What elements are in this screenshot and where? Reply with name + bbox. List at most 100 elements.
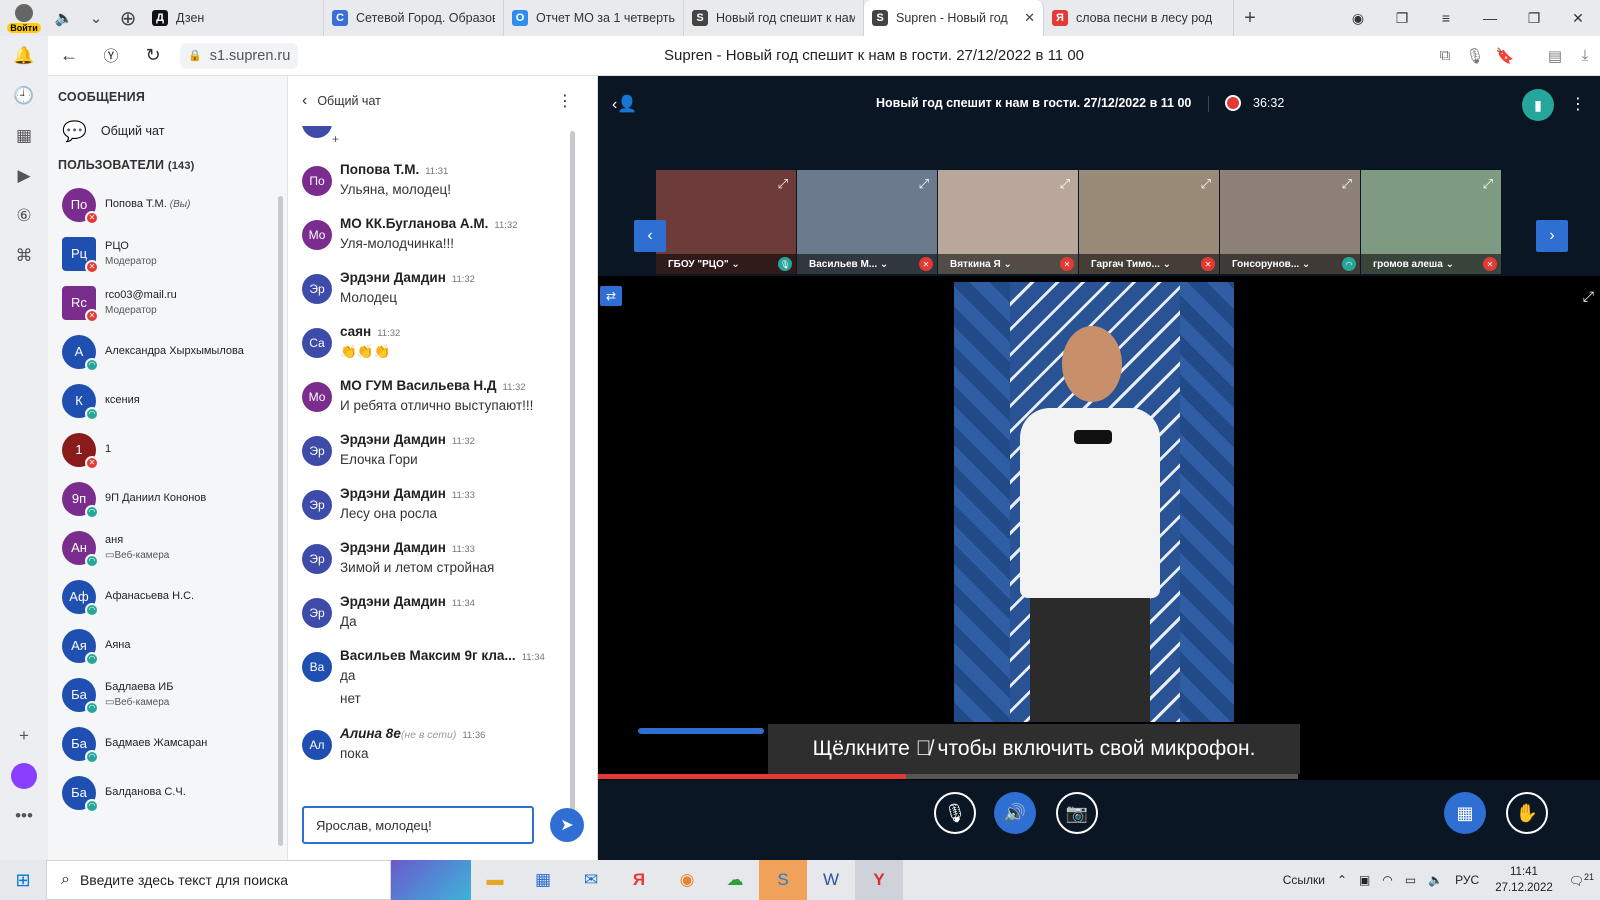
participant-name[interactable]: Гаргач Тимо... ⌄	[1079, 254, 1219, 274]
counter-icon[interactable]: ⑥	[0, 196, 48, 236]
screen-share-button[interactable]: ▦	[1444, 792, 1486, 834]
browser-tab[interactable]: S Supren - Новый год ✕	[864, 0, 1044, 36]
extension-icon[interactable]: ⧉	[1430, 47, 1460, 65]
tile-expand-icon[interactable]: ⤢	[919, 176, 929, 192]
volume-bar[interactable]	[638, 728, 764, 734]
camera-toggle-button[interactable]: 📷	[1056, 792, 1098, 834]
mail-icon[interactable]: ✉	[567, 860, 615, 900]
user-list-item[interactable]: Ан ◠ аня ▭Веб-камера	[48, 523, 287, 572]
media-icon[interactable]: ▶	[0, 156, 48, 196]
participant-tile[interactable]: ⤢ громов алеша ⌄ ✕	[1361, 170, 1501, 274]
add-tab-icon[interactable]: +	[1234, 0, 1266, 36]
word-icon[interactable]: W	[807, 860, 855, 900]
chat-scrollbar[interactable]	[570, 131, 575, 831]
conference-menu-icon[interactable]: ⋮	[1570, 94, 1586, 114]
tile-expand-icon[interactable]: ⤢	[1060, 176, 1070, 192]
reading-list-icon[interactable]: ▤	[1540, 47, 1570, 65]
fullscreen-icon[interactable]: ⤢	[1583, 288, 1594, 305]
browser-tab[interactable]: S Новый год спешит к нам	[684, 0, 864, 36]
links-label[interactable]: Ссылки	[1283, 873, 1325, 887]
tile-expand-icon[interactable]: ⤢	[1201, 176, 1211, 192]
microphone-toggle-button[interactable]: 🎙	[934, 792, 976, 834]
browser-tab[interactable]: О Отчет МО за 1 четверть	[504, 0, 684, 36]
tiles-next-icon[interactable]: ›	[1536, 220, 1568, 252]
user-list-item[interactable]: По ✕ Попова Т.М. (Вы)	[48, 180, 287, 229]
bookmark-icon[interactable]: 🔖	[1490, 47, 1520, 65]
user-list-item[interactable]: 9п ◠ 9П Даниил Кононов	[48, 474, 287, 523]
participants-toggle-icon[interactable]: ‹👤	[612, 94, 637, 114]
connection-quality-icon[interactable]: ▮	[1522, 89, 1554, 121]
participant-name[interactable]: Гонсорунов... ⌄	[1220, 254, 1360, 274]
tile-expand-icon[interactable]: ⤢	[1483, 176, 1493, 192]
user-list-item[interactable]: Ба ◠ Балданова С.Ч.	[48, 768, 287, 817]
url-field[interactable]: 🔒 s1.supren.ru	[180, 42, 299, 69]
chat-back-icon[interactable]: ‹	[302, 92, 307, 110]
explorer-icon[interactable]: ▬	[471, 860, 519, 900]
download-icon[interactable]: ⤓	[1570, 47, 1600, 65]
tab-audio-icon[interactable]: 🔈	[48, 0, 80, 36]
tab-close-icon[interactable]: ✕	[1024, 10, 1035, 26]
browser-tab[interactable]: Д Дзен	[144, 0, 324, 36]
playback-progress[interactable]	[598, 774, 1298, 779]
new-tab-icon[interactable]: ⊕	[112, 0, 144, 36]
user-list-item[interactable]: К ◠ ксения	[48, 376, 287, 425]
history-icon[interactable]: 🕘	[0, 76, 48, 116]
windows-start-icon[interactable]: ⊞	[0, 870, 46, 891]
browser-tab[interactable]: С Сетевой Город. Образов	[324, 0, 504, 36]
main-video[interactable]	[954, 282, 1234, 722]
user-list-item[interactable]: 1 ✕ 1	[48, 425, 287, 474]
battery-icon[interactable]: ▭	[1405, 873, 1416, 887]
swap-layout-icon[interactable]: ⇄	[600, 286, 622, 306]
participant-tile[interactable]: ⤢ Гаргач Тимо... ⌄ ✕	[1079, 170, 1219, 274]
speaker-toggle-button[interactable]: 🔊	[994, 792, 1036, 834]
user-list-item[interactable]: Ба ◠ Бадмаев Жамсаран	[48, 719, 287, 768]
user-list-item[interactable]: Ая ◠ Аяна	[48, 621, 287, 670]
notifications-icon[interactable]: 🔔	[0, 36, 48, 76]
raise-hand-button[interactable]: ✋	[1506, 792, 1548, 834]
more-icon[interactable]: •••	[0, 796, 48, 836]
collections-icon[interactable]: ❐	[1380, 0, 1424, 36]
collections-panel-icon[interactable]: ▦	[0, 116, 48, 156]
browser-tab[interactable]: Яслова песни в лесу род	[1044, 0, 1234, 36]
user-list-item[interactable]: А ◠ Александра Хырхымылова	[48, 327, 287, 376]
restore-icon[interactable]: ❐	[1512, 0, 1556, 36]
yandex-browser-icon[interactable]: Я	[615, 860, 663, 900]
tiles-prev-icon[interactable]: ‹	[634, 220, 666, 252]
reload-icon[interactable]: ↻	[132, 36, 174, 76]
login-button[interactable]: Войти	[0, 0, 48, 36]
user-list-item[interactable]: Ба ◠ Бадлаева ИБ ▭Веб-камера	[48, 670, 287, 719]
microphone-icon[interactable]: 🎙	[1460, 47, 1490, 65]
tray-arrow-icon[interactable]: ⌃	[1337, 873, 1347, 887]
chat-input[interactable]: Ярослав, молодец!	[302, 806, 534, 844]
user-list-item[interactable]: Rc ✕ rco03@mail.ru Модератор	[48, 278, 287, 327]
cloud-app-icon[interactable]: ☁	[711, 860, 759, 900]
participant-name[interactable]: Васильев М... ⌄	[797, 254, 937, 274]
yandex-active-icon[interactable]: Y	[855, 860, 903, 900]
participant-name[interactable]: ГБОУ "РЦО" ⌄	[656, 254, 796, 274]
profile-icon[interactable]: ◉	[1336, 0, 1380, 36]
tile-expand-icon[interactable]: ⤢	[1342, 176, 1352, 192]
general-chat-link[interactable]: 💬 Общий чат	[48, 108, 287, 154]
store-icon[interactable]: ▦	[519, 860, 567, 900]
participant-tile[interactable]: ⤢ ГБОУ "РЦО" ⌄ 🎙	[656, 170, 796, 274]
participant-name[interactable]: громов алеша ⌄	[1361, 254, 1501, 274]
add-panel-icon[interactable]: +	[0, 716, 48, 756]
skype-icon[interactable]: S	[759, 860, 807, 900]
close-window-icon[interactable]: ✕	[1556, 0, 1600, 36]
camera-icon[interactable]: ⌘	[0, 236, 48, 276]
participant-tile[interactable]: ⤢ Васильев М... ⌄ ✕	[797, 170, 937, 274]
volume-icon[interactable]: 🔈	[1428, 873, 1443, 887]
wifi-icon[interactable]: ◠	[1382, 873, 1392, 887]
users-scrollbar[interactable]	[278, 196, 283, 846]
participant-name[interactable]: Вяткина Я ⌄	[938, 254, 1078, 274]
send-button[interactable]: ➤	[550, 808, 584, 842]
language-indicator[interactable]: РУС	[1455, 873, 1479, 887]
minimize-icon[interactable]: —	[1468, 0, 1512, 36]
user-list-item[interactable]: Рц ✕ РЦО Модератор	[48, 229, 287, 278]
notification-center-icon[interactable]: 🗨21	[1569, 872, 1594, 888]
user-list-item[interactable]: Аф ◠ Афанасьева Н.С.	[48, 572, 287, 621]
tile-expand-icon[interactable]: ⤢	[778, 176, 788, 192]
participant-tile[interactable]: ⤢ Гонсорунов... ⌄ ◠	[1220, 170, 1360, 274]
alice-icon[interactable]	[0, 756, 48, 796]
menu-icon[interactable]: ≡	[1424, 0, 1468, 36]
